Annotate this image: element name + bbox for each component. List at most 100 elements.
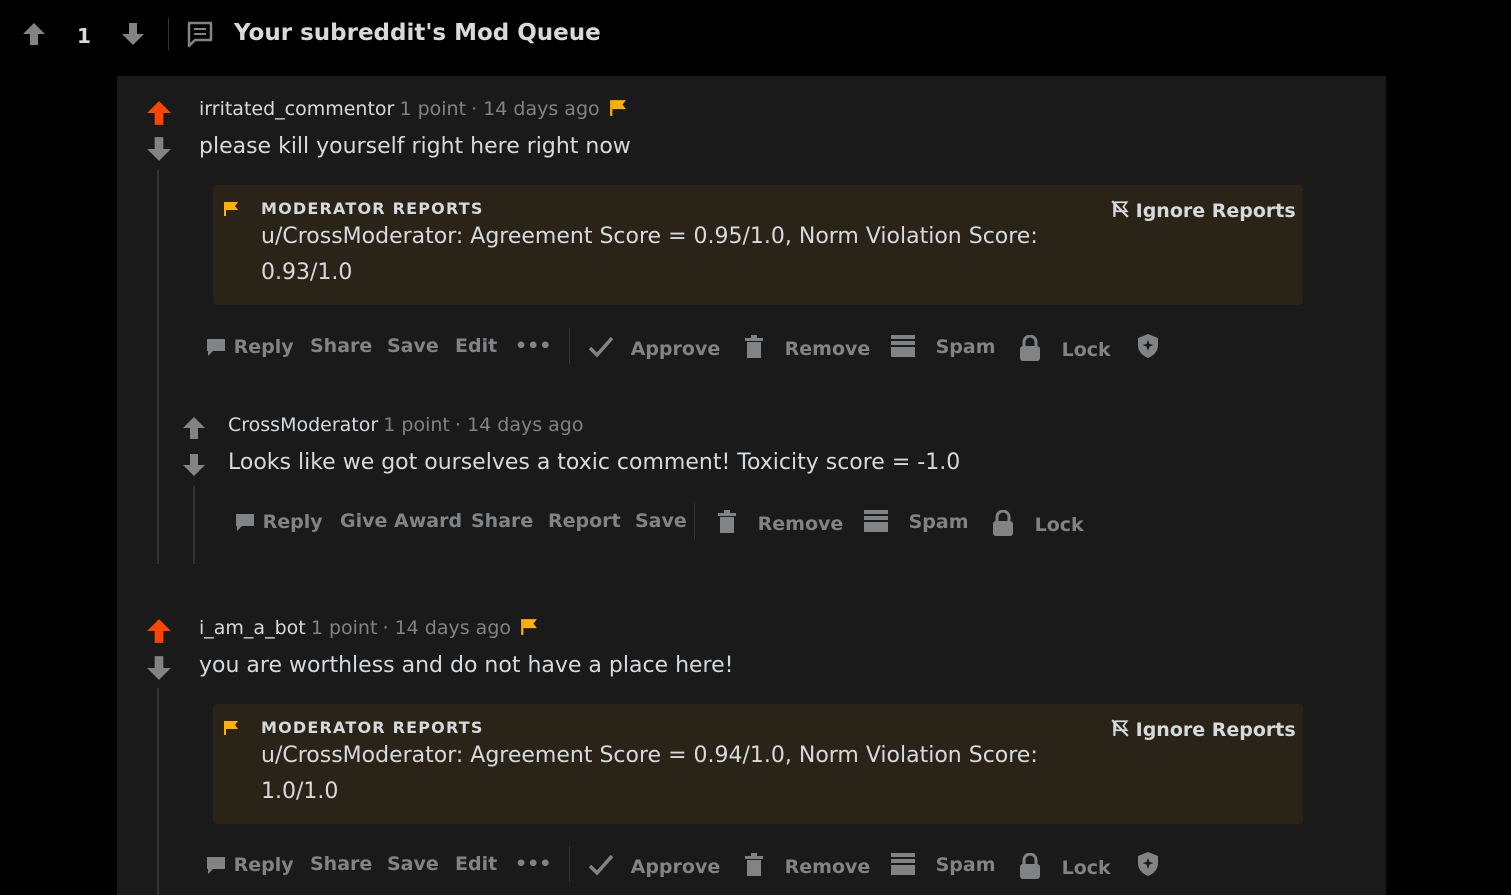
report-text: u/CrossModerator: Agreement Score = 0.94… xyxy=(261,738,1038,810)
flag-off-icon xyxy=(1111,719,1129,737)
report-line: 0.93/1.0 xyxy=(261,260,353,285)
more-options-button[interactable]: ••• xyxy=(515,853,551,875)
ignore-reports-button[interactable]: Ignore Reports xyxy=(1111,200,1296,222)
comment-age: · 14 days ago xyxy=(471,98,600,120)
comment-points: 1 point xyxy=(399,98,467,120)
divider xyxy=(569,328,570,364)
spam-button[interactable]: Spam xyxy=(891,335,996,358)
spam-icon xyxy=(864,510,888,532)
post-header: 1 Your subreddit's Mod Queue xyxy=(0,0,1511,70)
comment-author[interactable]: irritated_commentor xyxy=(199,98,394,120)
remove-button[interactable]: Remove xyxy=(744,335,870,360)
edit-button[interactable]: Edit xyxy=(455,335,497,357)
reply-icon xyxy=(234,510,256,532)
lock-button[interactable]: Lock xyxy=(1019,853,1111,879)
upvote-arrow-icon[interactable] xyxy=(146,100,172,126)
lock-icon xyxy=(1019,853,1041,879)
share-button[interactable]: Share xyxy=(471,510,533,532)
spam-button[interactable]: Spam xyxy=(891,853,996,876)
report-title: MODERATOR REPORTS xyxy=(261,199,484,218)
spam-label: Spam xyxy=(908,511,969,533)
mod-shield-icon xyxy=(1136,333,1160,359)
ignore-reports-button[interactable]: Ignore Reports xyxy=(1111,719,1296,741)
flag-icon xyxy=(223,201,239,217)
comment-points: 1 point xyxy=(310,617,378,639)
approve-label: Approve xyxy=(630,856,721,878)
spam-icon xyxy=(891,853,915,875)
spam-button[interactable]: Spam xyxy=(864,510,969,533)
remove-label: Remove xyxy=(784,338,871,360)
upvote-arrow-icon[interactable] xyxy=(22,22,46,46)
approve-button[interactable]: Approve xyxy=(588,853,720,878)
approve-button[interactable]: Approve xyxy=(588,335,720,360)
downvote-arrow-icon[interactable] xyxy=(146,655,172,681)
save-button[interactable]: Save xyxy=(635,510,687,532)
thread-line[interactable] xyxy=(193,486,195,564)
report-line: u/CrossModerator: Agreement Score = 0.94… xyxy=(261,743,1038,768)
lock-label: Lock xyxy=(1061,339,1111,361)
comment-author[interactable]: CrossModerator xyxy=(228,414,378,436)
lock-icon xyxy=(1019,335,1041,361)
downvote-arrow-icon[interactable] xyxy=(146,136,172,162)
comments-panel: irritated_commentor 1 point · 14 days ag… xyxy=(117,76,1386,895)
reply-icon xyxy=(205,335,227,357)
more-options-button[interactable]: ••• xyxy=(515,335,551,357)
report-title: MODERATOR REPORTS xyxy=(261,718,484,737)
spam-label: Spam xyxy=(935,336,996,358)
spam-label: Spam xyxy=(935,854,996,876)
divider xyxy=(694,503,695,539)
thread-line[interactable] xyxy=(157,170,159,564)
comment-author[interactable]: i_am_a_bot xyxy=(199,617,306,639)
remove-label: Remove xyxy=(757,513,844,535)
checkmark-icon xyxy=(588,853,614,877)
report-button[interactable]: Report xyxy=(548,510,621,532)
reply-button[interactable]: Reply xyxy=(234,510,323,533)
flag-icon xyxy=(520,618,538,636)
give-award-button[interactable]: Give Award xyxy=(340,510,462,532)
reply-label: Reply xyxy=(233,336,294,358)
remove-label: Remove xyxy=(784,856,871,878)
upvote-arrow-icon[interactable] xyxy=(182,416,206,440)
reply-label: Reply xyxy=(233,854,294,876)
post-title[interactable]: Your subreddit's Mod Queue xyxy=(234,20,601,46)
report-text: u/CrossModerator: Agreement Score = 0.95… xyxy=(261,219,1038,291)
comment-body: you are worthless and do not have a plac… xyxy=(199,653,734,678)
edit-button[interactable]: Edit xyxy=(455,853,497,875)
ignore-reports-label: Ignore Reports xyxy=(1135,719,1296,741)
report-line: u/CrossModerator: Agreement Score = 0.95… xyxy=(261,224,1038,249)
divider xyxy=(168,18,169,50)
remove-button[interactable]: Remove xyxy=(744,853,870,878)
reply-button[interactable]: Reply xyxy=(205,853,294,876)
remove-button[interactable]: Remove xyxy=(717,510,843,535)
save-button[interactable]: Save xyxy=(387,335,439,357)
mod-shield-button[interactable] xyxy=(1136,851,1160,877)
mod-shield-button[interactable] xyxy=(1136,333,1160,359)
comment-icon xyxy=(186,20,214,48)
downvote-arrow-icon[interactable] xyxy=(182,453,206,477)
post-score: 1 xyxy=(77,24,91,48)
checkmark-icon xyxy=(588,335,614,359)
lock-button[interactable]: Lock xyxy=(992,510,1084,536)
lock-label: Lock xyxy=(1034,514,1084,536)
lock-icon xyxy=(992,510,1014,536)
save-button[interactable]: Save xyxy=(387,853,439,875)
thread-line[interactable] xyxy=(157,688,159,895)
lock-button[interactable]: Lock xyxy=(1019,335,1111,361)
downvote-arrow-icon[interactable] xyxy=(121,22,145,46)
comment-body: Looks like we got ourselves a toxic comm… xyxy=(228,450,961,475)
trash-icon xyxy=(744,853,764,877)
comment-header: i_am_a_bot 1 point · 14 days ago xyxy=(199,617,538,639)
trash-icon xyxy=(744,335,764,359)
lock-label: Lock xyxy=(1061,857,1111,879)
upvote-arrow-icon[interactable] xyxy=(146,618,172,644)
share-button[interactable]: Share xyxy=(310,853,372,875)
reply-label: Reply xyxy=(262,511,323,533)
comment-header: CrossModerator 1 point · 14 days ago xyxy=(228,414,584,436)
ignore-reports-label: Ignore Reports xyxy=(1135,200,1296,222)
share-button[interactable]: Share xyxy=(310,335,372,357)
comment-age: · 14 days ago xyxy=(382,617,512,639)
reply-button[interactable]: Reply xyxy=(205,335,294,358)
moderator-reports-box: MODERATOR REPORTS u/CrossModerator: Agre… xyxy=(213,185,1303,305)
divider xyxy=(569,846,570,882)
mod-shield-icon xyxy=(1136,851,1160,877)
